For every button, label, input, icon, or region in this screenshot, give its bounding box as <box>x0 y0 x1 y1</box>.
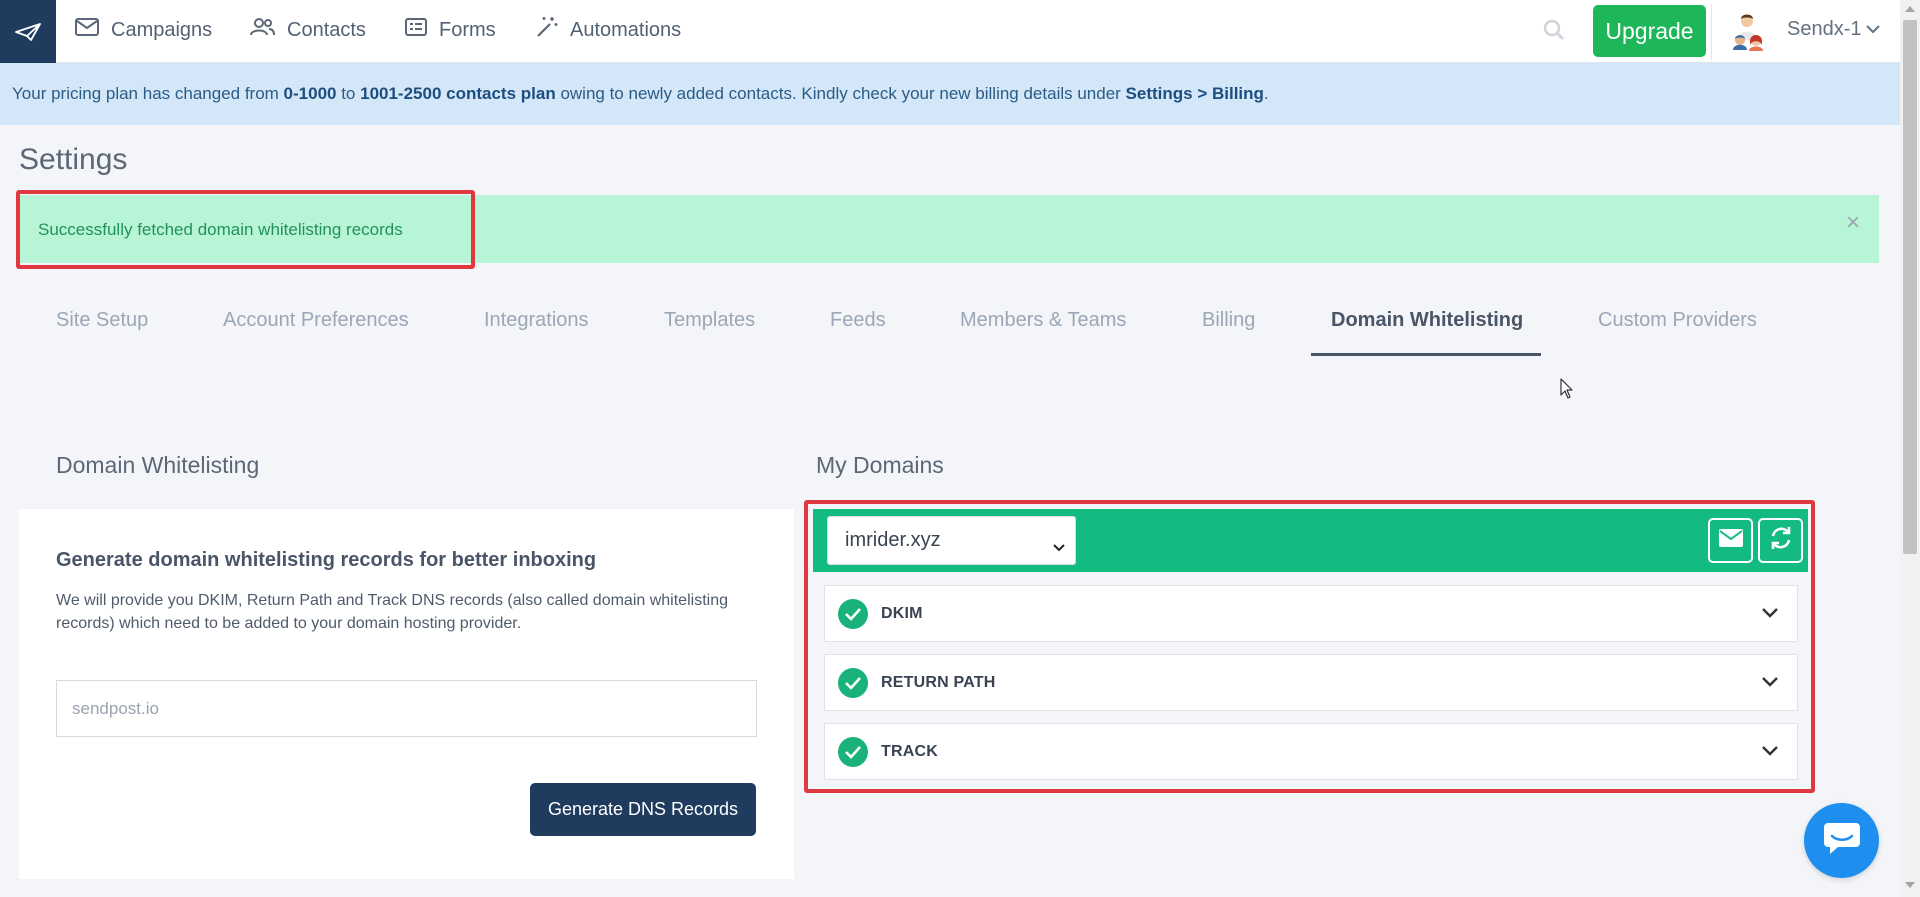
scroll-up-arrow-icon[interactable] <box>1905 6 1915 12</box>
tab-domain-whitelisting[interactable]: Domain Whitelisting <box>1331 309 1523 332</box>
tab-account-preferences[interactable]: Account Preferences <box>223 309 409 332</box>
nav-forms-label: Forms <box>439 18 496 41</box>
banner-text-middle: owing to newly added contacts. Kindly ch… <box>555 84 1126 103</box>
check-circle-icon <box>838 737 868 767</box>
users-icon <box>249 17 287 43</box>
tab-members-teams[interactable]: Members & Teams <box>960 309 1126 332</box>
search-icon[interactable] <box>1540 16 1568 44</box>
email-records-button[interactable] <box>1708 518 1753 563</box>
check-circle-icon <box>838 668 868 698</box>
paper-plane-logo-icon[interactable] <box>0 0 56 63</box>
generate-records-card: Generate domain whitelisting records for… <box>19 509 794 879</box>
upgrade-button[interactable]: Upgrade <box>1593 5 1706 57</box>
scroll-down-arrow-icon[interactable] <box>1905 882 1915 888</box>
chevron-down-icon[interactable] <box>1761 744 1779 762</box>
nav-automations[interactable]: Automations <box>535 0 681 60</box>
record-row-dkim[interactable]: DKIM <box>824 585 1798 642</box>
nav-campaigns-label: Campaigns <box>111 18 213 41</box>
tab-billing[interactable]: Billing <box>1202 309 1255 332</box>
banner-text-prefix: Your pricing plan has changed from <box>12 84 284 103</box>
nav-contacts-label: Contacts <box>287 18 366 41</box>
banner-from-plan: 0-1000 <box>283 84 337 103</box>
form-icon <box>404 17 439 43</box>
domain-input[interactable] <box>56 680 757 737</box>
banner-billing-link[interactable]: Settings > Billing <box>1126 84 1264 104</box>
domains-header: imrider.xyz <box>813 509 1808 572</box>
vertical-scrollbar[interactable] <box>1900 0 1920 897</box>
check-circle-icon <box>838 599 868 629</box>
domain-whitelisting-title: Domain Whitelisting <box>56 452 260 478</box>
nav-automations-label: Automations <box>570 18 682 41</box>
record-row-return-path[interactable]: RETURN PATH <box>824 654 1798 711</box>
banner-text-to: to <box>336 84 361 103</box>
chevron-down-icon[interactable] <box>1761 675 1779 693</box>
nav-divider <box>1711 4 1712 60</box>
scrollbar-thumb[interactable] <box>1903 20 1917 554</box>
mouse-cursor-icon <box>1560 378 1574 405</box>
active-tab-indicator <box>1311 353 1541 356</box>
tab-feeds[interactable]: Feeds <box>830 309 886 332</box>
top-nav: Campaigns Contacts Forms Automations Upg… <box>0 0 1900 63</box>
tab-site-setup[interactable]: Site Setup <box>56 309 148 332</box>
chevron-down-icon[interactable] <box>1761 606 1779 624</box>
generate-dns-records-button[interactable]: Generate DNS Records <box>530 783 756 836</box>
chevron-down-icon[interactable] <box>1866 21 1880 39</box>
nav-campaigns[interactable]: Campaigns <box>74 0 212 60</box>
tab-templates[interactable]: Templates <box>664 309 755 332</box>
tab-custom-providers[interactable]: Custom Providers <box>1598 309 1757 332</box>
alert-highlight-box <box>16 190 475 269</box>
chat-widget-button[interactable] <box>1804 803 1879 878</box>
record-label: RETURN PATH <box>881 674 996 691</box>
chat-bubble-icon <box>1822 820 1862 861</box>
magic-wand-icon <box>535 15 570 45</box>
page-title: Settings <box>19 143 128 176</box>
envelope-icon <box>1718 528 1744 553</box>
record-label: TRACK <box>881 743 938 760</box>
avatar[interactable] <box>1728 10 1770 52</box>
record-label: DKIM <box>881 605 923 622</box>
domain-select-value: imrider.xyz <box>845 529 941 551</box>
banner-text-suffix: . <box>1263 84 1269 103</box>
refresh-icon <box>1768 525 1794 556</box>
banner-to-plan: 1001-2500 contacts plan <box>360 84 556 103</box>
record-row-track[interactable]: TRACK <box>824 723 1798 780</box>
card-description: We will provide you DKIM, Return Path an… <box>56 592 728 632</box>
my-domains-title: My Domains <box>816 452 944 478</box>
chevron-down-icon <box>1053 535 1065 558</box>
nav-contacts[interactable]: Contacts <box>249 0 366 60</box>
card-heading: Generate domain whitelisting records for… <box>56 549 597 571</box>
close-icon[interactable]: × <box>1846 209 1860 237</box>
tab-integrations[interactable]: Integrations <box>484 309 589 332</box>
refresh-records-button[interactable] <box>1758 518 1803 563</box>
mail-icon <box>74 17 111 43</box>
pricing-plan-banner: Your pricing plan has changed from 0-100… <box>0 63 1900 125</box>
domain-select[interactable]: imrider.xyz <box>827 516 1076 565</box>
nav-forms[interactable]: Forms <box>404 0 496 60</box>
account-name[interactable]: Sendx-1 <box>1787 18 1862 41</box>
